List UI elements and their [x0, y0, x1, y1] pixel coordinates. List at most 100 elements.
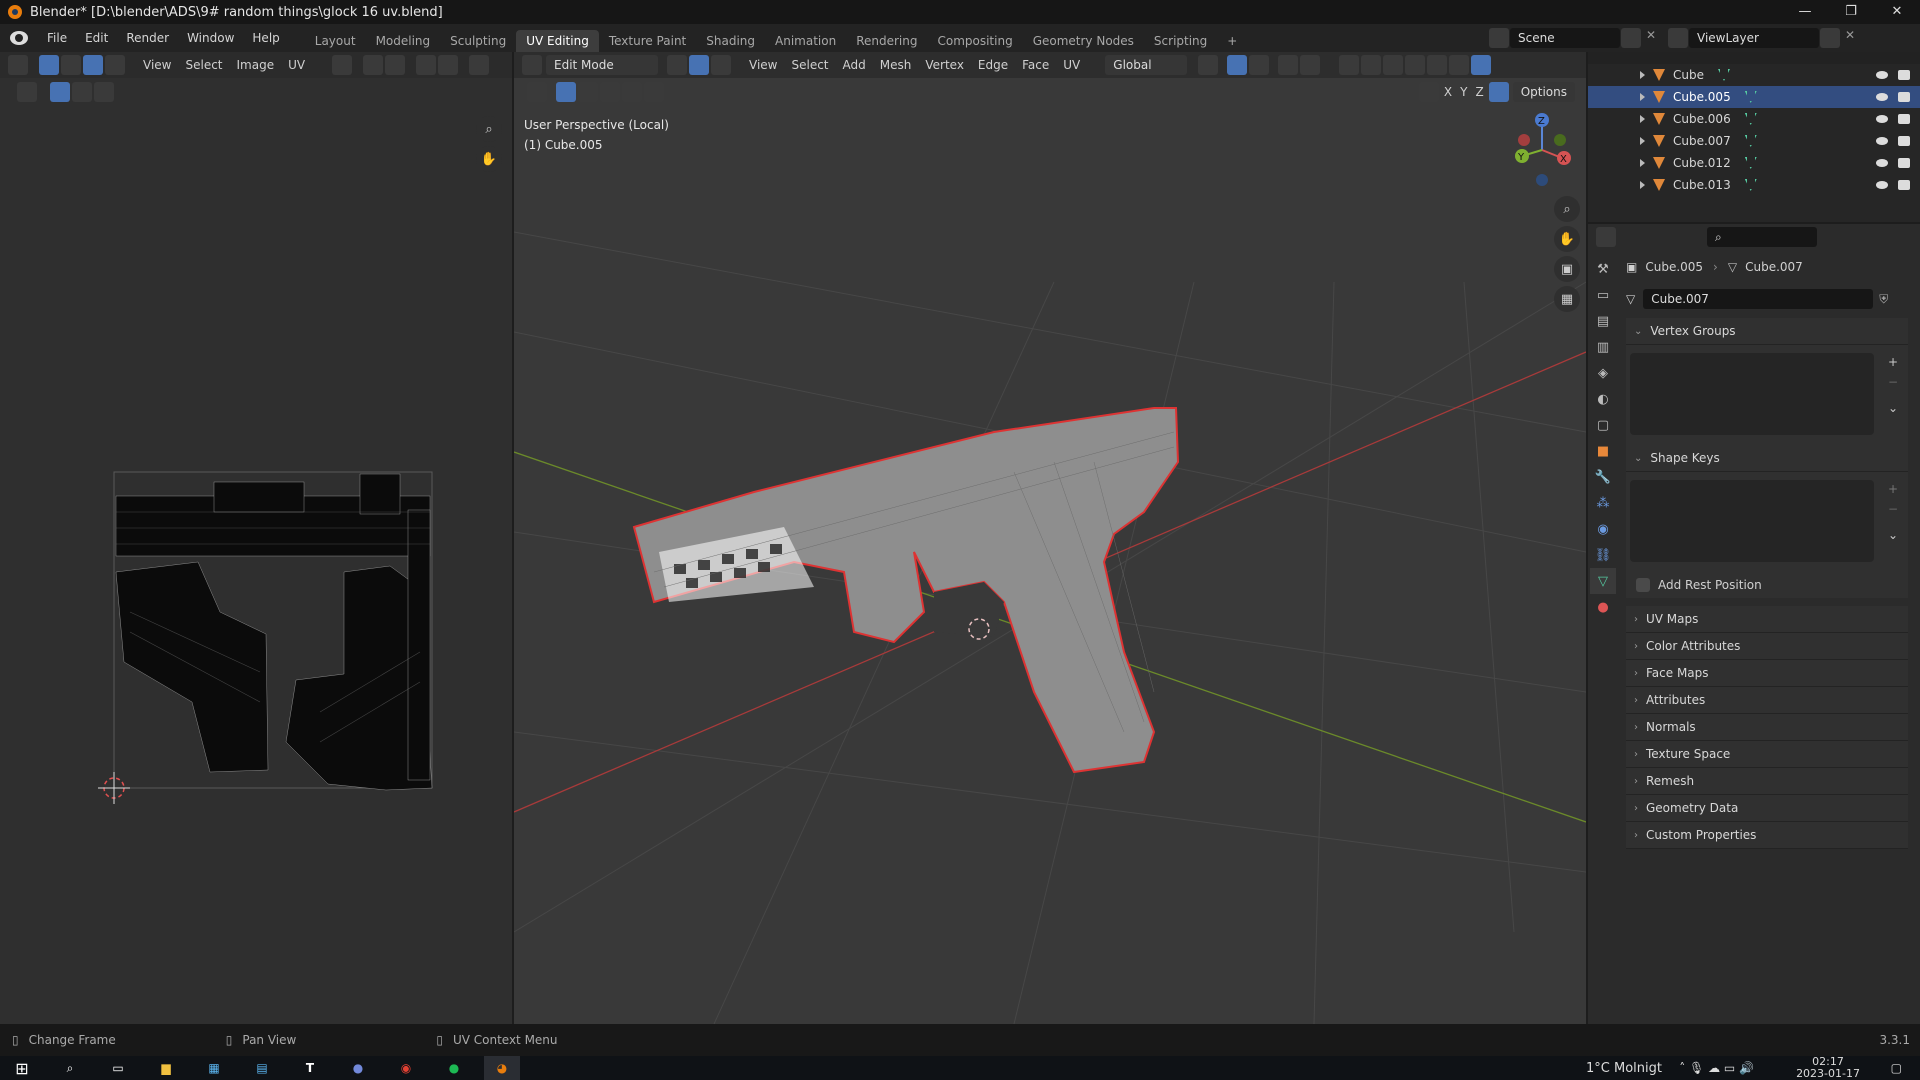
add-workspace-button[interactable]: +	[1217, 30, 1247, 52]
eye-icon[interactable]	[1876, 181, 1888, 189]
camera-icon[interactable]	[1898, 158, 1910, 168]
remesh-panel[interactable]: › Remesh	[1626, 768, 1908, 795]
select-subtract-icon[interactable]	[94, 82, 114, 102]
view-layer-selector[interactable]: ViewLayer	[1689, 28, 1819, 48]
tab-modeling[interactable]: Modeling	[366, 30, 441, 52]
select-box-mode-icon[interactable]	[556, 82, 576, 102]
falloff-icon[interactable]	[438, 55, 459, 75]
pivot-point-icon[interactable]	[1198, 55, 1219, 75]
delete-scene-icon[interactable]: ✕	[1643, 28, 1659, 48]
add-shape-key-button[interactable]: +	[1888, 482, 1898, 496]
face-maps-panel[interactable]: › Face Maps	[1626, 660, 1908, 687]
new-scene-icon[interactable]	[1621, 28, 1641, 48]
typora-icon[interactable]: T	[292, 1056, 328, 1080]
windows-start-icon[interactable]: ⊞	[4, 1056, 40, 1080]
remove-vertex-group-button[interactable]: −	[1888, 375, 1898, 389]
vp-menu-vertex[interactable]: Vertex	[918, 58, 971, 72]
outliner-item-name[interactable]: Cube.013	[1673, 178, 1731, 192]
view-layer-icon[interactable]	[1668, 28, 1688, 48]
editor-type-icon[interactable]	[1596, 227, 1616, 247]
outliner-row[interactable]: Cube.005	[1588, 86, 1920, 108]
vp-menu-mesh[interactable]: Mesh	[873, 58, 919, 72]
outliner-row[interactable]: Cube.012	[1588, 152, 1920, 174]
outliner-row[interactable]: Cube.007	[1588, 130, 1920, 152]
menu-render[interactable]: Render	[117, 31, 178, 45]
shape-keys-panel[interactable]: ⌄ Shape Keys	[1626, 445, 1908, 472]
outliner-row[interactable]: Cube	[1588, 64, 1920, 86]
camera-view-icon[interactable]: ▣	[1554, 256, 1580, 282]
tab-scripting[interactable]: Scripting	[1144, 30, 1217, 52]
outliner[interactable]: Cube Cube.005 Cube.006 Cube.007 Cube.012…	[1588, 52, 1920, 222]
tab-rendering[interactable]: Rendering	[846, 30, 927, 52]
axis-z-toggle[interactable]: Z	[1475, 85, 1483, 99]
snap-magnet-icon[interactable]	[1227, 55, 1248, 75]
select-extend-icon[interactable]	[578, 82, 598, 102]
auto-merge-icon[interactable]	[1488, 82, 1509, 102]
vertex-group-menu-icon[interactable]: ⌄	[1888, 401, 1898, 415]
camera-icon[interactable]	[1898, 136, 1910, 146]
new-view-layer-icon[interactable]	[1820, 28, 1840, 48]
expand-arrow-icon[interactable]	[1640, 137, 1645, 145]
menu-window[interactable]: Window	[178, 31, 243, 45]
select-invert-icon[interactable]	[622, 82, 642, 102]
vertex-groups-list[interactable]	[1630, 353, 1874, 435]
snap-target-icon[interactable]	[1249, 55, 1270, 75]
xray-icon[interactable]	[1405, 55, 1426, 75]
outliner-item-name[interactable]: Cube.007	[1673, 134, 1731, 148]
gizmo-icon[interactable]	[1361, 55, 1382, 75]
face-mode-icon[interactable]	[711, 55, 731, 75]
zoom-icon[interactable]: ⌕	[476, 116, 502, 142]
snap-target-icon[interactable]	[385, 55, 406, 75]
properties-editor[interactable]: ⌕ ⚒ ▭ ▤ ▥ ◈ ◐ ▢ ■ 🔧 ⁂ ◉ ⛓ ▽ ● ▣ Cube.005…	[1588, 224, 1920, 1024]
outliner-row[interactable]: Cube.013	[1588, 174, 1920, 196]
datablock-name-field[interactable]: Cube.007	[1643, 289, 1874, 309]
pan-hand-icon[interactable]: ✋	[1554, 226, 1580, 252]
geometry-data-panel[interactable]: › Geometry Data	[1626, 795, 1908, 822]
select-tool-icon[interactable]	[527, 82, 547, 102]
store-icon[interactable]: ▦	[196, 1056, 232, 1080]
eye-icon[interactable]	[1876, 71, 1888, 79]
discord-icon[interactable]: ●	[340, 1056, 376, 1080]
select-subtract-icon[interactable]	[600, 82, 620, 102]
3d-viewport[interactable]: Edit Mode View Select Add Mesh Vertex Ed…	[514, 52, 1586, 1024]
axis-x-toggle[interactable]: X	[1444, 85, 1452, 99]
file-explorer-icon[interactable]: ▆	[148, 1056, 184, 1080]
eye-icon[interactable]	[1876, 115, 1888, 123]
expand-arrow-icon[interactable]	[1640, 159, 1645, 167]
color-attributes-panel[interactable]: › Color Attributes	[1626, 633, 1908, 660]
outliner-item-name[interactable]: Cube.012	[1673, 156, 1731, 170]
edge-select-icon[interactable]	[83, 55, 103, 75]
chrome-icon[interactable]: ◉	[388, 1056, 424, 1080]
outliner-item-name[interactable]: Cube.005	[1673, 90, 1731, 104]
eye-icon[interactable]	[1876, 137, 1888, 145]
add-vertex-group-button[interactable]: +	[1888, 355, 1898, 369]
minimize-button[interactable]: —	[1782, 0, 1828, 24]
tab-animation[interactable]: Animation	[765, 30, 846, 52]
attributes-panel[interactable]: › Attributes	[1626, 687, 1908, 714]
notification-icon[interactable]: ▢	[1891, 1061, 1902, 1075]
blender-taskbar-icon[interactable]: ◕	[484, 1056, 520, 1080]
pan-hand-icon[interactable]: ✋	[476, 146, 502, 172]
eye-icon[interactable]	[1876, 159, 1888, 167]
tab-texture-paint[interactable]: Texture Paint	[599, 30, 696, 52]
camera-icon[interactable]	[1898, 70, 1910, 80]
uv-layout[interactable]	[90, 412, 440, 812]
add-rest-position-checkbox[interactable]	[1636, 578, 1650, 592]
outliner-row[interactable]: Cube.006	[1588, 108, 1920, 130]
menu-file[interactable]: File	[38, 31, 76, 45]
edge-mode-icon[interactable]	[689, 55, 709, 75]
vertex-select-icon[interactable]	[61, 55, 81, 75]
face-select-icon[interactable]	[105, 55, 125, 75]
expand-arrow-icon[interactable]	[1640, 115, 1645, 123]
vp-menu-select[interactable]: Select	[784, 58, 835, 72]
select-intersect-icon[interactable]	[644, 82, 664, 102]
tool-tab-icon[interactable]: ⚒	[1590, 256, 1616, 282]
expand-arrow-icon[interactable]	[1640, 93, 1645, 101]
tab-uv-editing[interactable]: UV Editing	[516, 30, 599, 52]
uv-menu-uv[interactable]: UV	[281, 58, 312, 72]
vp-menu-view[interactable]: View	[742, 58, 784, 72]
ortho-grid-icon[interactable]: ▦	[1554, 286, 1580, 312]
tab-geometry-nodes[interactable]: Geometry Nodes	[1023, 30, 1144, 52]
texture-space-panel[interactable]: › Texture Space	[1626, 741, 1908, 768]
select-tool-icon[interactable]	[17, 82, 37, 102]
